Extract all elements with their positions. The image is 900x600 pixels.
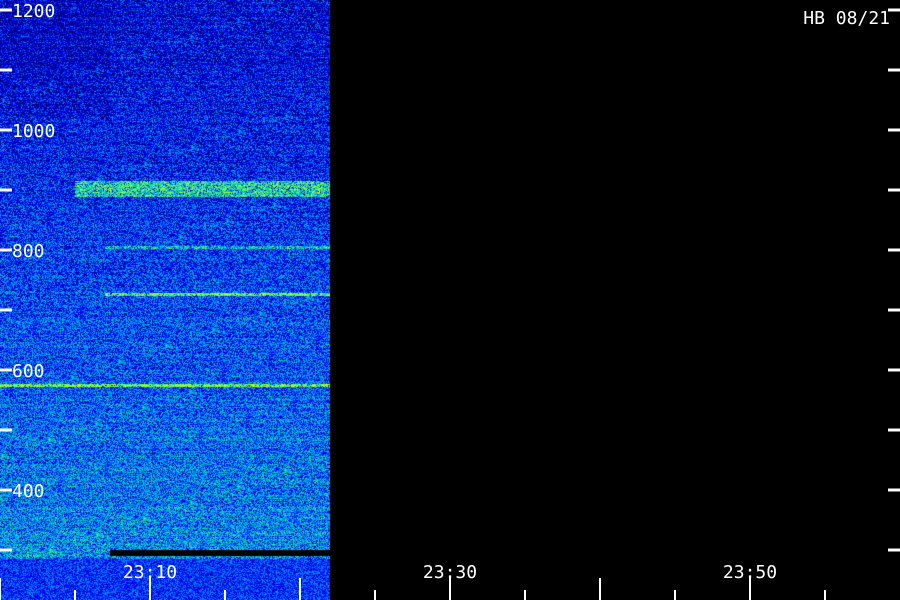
y-tick-label: 400 <box>12 481 45 502</box>
x-tick-label: 23:10 <box>123 562 177 583</box>
y-tick-label: 600 <box>12 361 45 382</box>
y-tick-label: 1200 <box>12 1 55 22</box>
y-tick-labels: 1200 1000 800 600 400 <box>12 1 55 502</box>
x-tick-labels: 23:10 23:30 23:50 <box>123 562 777 583</box>
y-tick-label: 800 <box>12 241 45 262</box>
x-tick-label: 23:30 <box>423 562 477 583</box>
y-ticks-left <box>0 8 12 552</box>
y-ticks-right <box>888 8 900 552</box>
chart-axes: 1200 1000 800 600 400 23:10 23:30 23:50 HB 08/… <box>0 1 900 600</box>
y-tick-label: 1000 <box>12 121 55 142</box>
station-date-label: HB 08/21 <box>803 8 890 29</box>
spectrogram-chart: 1200 1000 800 600 400 23:10 23:30 23:50 HB 08/… <box>0 0 900 600</box>
x-tick-label: 23:50 <box>723 562 777 583</box>
